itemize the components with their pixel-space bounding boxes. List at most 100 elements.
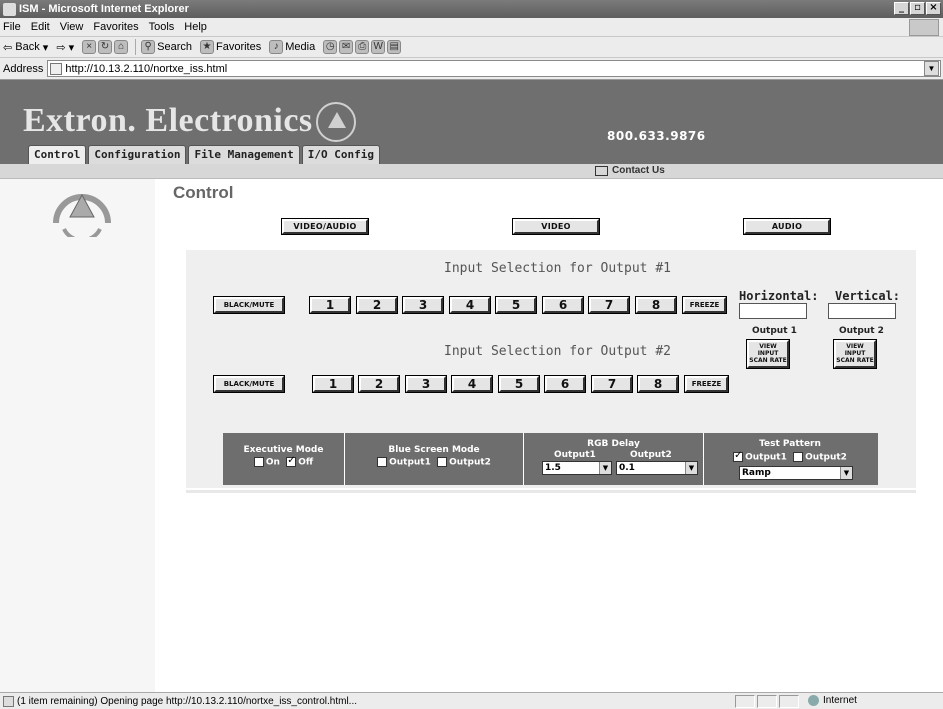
output1-title: Input Selection for Output #1 <box>444 261 671 276</box>
media-icon: ♪ <box>269 40 284 54</box>
minimize-button[interactable]: _ <box>894 2 909 15</box>
audio-button[interactable]: AUDIO <box>744 219 830 234</box>
video-button[interactable]: VIDEO <box>513 219 599 234</box>
test-pattern-output2-checkbox[interactable] <box>793 452 804 462</box>
output1-input-7-button[interactable]: 7 <box>589 297 629 313</box>
test-pattern-title: Test Pattern <box>759 439 821 449</box>
freeze-button-output2[interactable]: FREEZE <box>685 376 728 392</box>
rgb-delay-output2-label: Output2 <box>630 450 672 460</box>
window-title: ISM - Microsoft Internet Explorer <box>19 3 189 15</box>
output2-input-4-button[interactable]: 4 <box>452 376 492 392</box>
contact-us-label: Contact Us <box>612 165 665 176</box>
executive-mode-title: Executive Mode <box>243 445 324 455</box>
back-button[interactable]: ⇦ Back ▾ <box>3 41 48 54</box>
test-pattern-value: Ramp <box>742 468 771 478</box>
rgb-delay-output1-select[interactable]: 1.5 ▼ <box>542 461 612 475</box>
media-label: Media <box>285 41 316 53</box>
search-label: Search <box>157 41 192 53</box>
page-content: Extron. Electronics 800.633.9876 Control… <box>0 80 943 692</box>
test-pattern-output2-label: Output2 <box>805 452 847 463</box>
output1-input-6-button[interactable]: 6 <box>543 297 583 313</box>
output2-input-7-button[interactable]: 7 <box>592 376 632 392</box>
executive-off-label: Off <box>298 457 314 468</box>
stop-icon[interactable]: × <box>82 40 97 54</box>
favorites-button[interactable]: ★ Favorites <box>199 40 261 54</box>
output1-input-5-button[interactable]: 5 <box>496 297 536 313</box>
mail-icon[interactable]: ✉ <box>339 40 354 54</box>
page-title: Control <box>173 183 234 202</box>
output1-input-4-button[interactable]: 4 <box>450 297 490 313</box>
rgb-delay-output2-select[interactable]: 0.1 ▼ <box>616 461 698 475</box>
close-button[interactable]: × <box>926 2 941 15</box>
output2-input-8-button[interactable]: 8 <box>638 376 678 392</box>
freeze-button-output1[interactable]: FREEZE <box>683 297 726 313</box>
blue-screen-output2-label: Output2 <box>449 457 491 468</box>
output2-input-2-button[interactable]: 2 <box>359 376 399 392</box>
menu-view[interactable]: View <box>60 21 84 33</box>
tab-file-management[interactable]: File Management <box>188 145 300 164</box>
discuss-icon[interactable]: ▤ <box>387 40 402 54</box>
service-support-solutions-logo <box>53 193 111 237</box>
output2-label: Output 2 <box>839 326 884 336</box>
globe-icon <box>808 695 819 706</box>
executive-on-checkbox[interactable] <box>253 457 264 467</box>
contact-bar: Contact Us <box>0 164 943 179</box>
tab-io-config[interactable]: I/O Config <box>301 145 381 164</box>
search-icon: ⚲ <box>141 40 156 54</box>
contact-us-link[interactable]: Contact Us <box>595 165 665 176</box>
test-pattern-output1-checkbox[interactable] <box>733 450 744 462</box>
view-scan-rate-output2-button[interactable]: VIEW INPUT SCAN RATE <box>834 340 876 368</box>
rgb-delay-output1-value: 1.5 <box>545 463 561 473</box>
site-banner: Extron. Electronics 800.633.9876 Control… <box>0 80 943 164</box>
horizontal-label: Horizontal: <box>739 289 819 303</box>
horizontal-input[interactable] <box>739 303 807 319</box>
black-mute-button-output2[interactable]: BLACK/MUTE <box>214 376 284 392</box>
edit-icon[interactable]: W <box>371 40 386 54</box>
rgb-delay-cell: RGB Delay Output1 Output2 1.5 ▼ 0.1 ▼ <box>524 433 704 485</box>
vertical-input[interactable] <box>828 303 896 319</box>
output2-input-5-button[interactable]: 5 <box>499 376 539 392</box>
maximize-button[interactable]: ▫ <box>910 2 925 15</box>
menu-help[interactable]: Help <box>184 21 207 33</box>
executive-mode-options: On Off <box>223 455 344 468</box>
output2-input-1-button[interactable]: 1 <box>313 376 353 392</box>
history-icon[interactable]: ◷ <box>323 40 338 54</box>
output2-input-3-button[interactable]: 3 <box>406 376 446 392</box>
video-audio-button[interactable]: VIDEO/AUDIO <box>282 219 368 234</box>
status-pane <box>735 695 755 708</box>
output2-input-6-button[interactable]: 6 <box>545 376 585 392</box>
status-bar: (1 item remaining) Opening page http://1… <box>0 692 943 709</box>
tab-control[interactable]: Control <box>28 145 87 164</box>
output1-input-8-button[interactable]: 8 <box>636 297 676 313</box>
media-button[interactable]: ♪ Media <box>269 40 315 54</box>
menu-tools[interactable]: Tools <box>149 21 175 33</box>
test-pattern-select[interactable]: Ramp ▼ <box>739 466 853 480</box>
windows-logo-icon <box>909 19 939 36</box>
executive-off-checkbox[interactable] <box>286 455 297 467</box>
blue-screen-output2-checkbox[interactable] <box>437 457 448 467</box>
address-label: Address <box>3 62 44 75</box>
address-dropdown-icon[interactable]: ▼ <box>924 61 939 76</box>
forward-button[interactable]: ⇨ ▾ <box>56 41 74 54</box>
menu-file[interactable]: File <box>3 21 21 33</box>
blue-screen-output1-checkbox[interactable] <box>377 457 388 467</box>
menu-edit[interactable]: Edit <box>31 21 50 33</box>
output1-input-1-button[interactable]: 1 <box>310 297 350 313</box>
toolbar: ⇦ Back ▾ ⇨ ▾ × ↻ ⌂ ⚲ Search ★ Favorites ♪ M… <box>0 37 943 58</box>
menu-favorites[interactable]: Favorites <box>93 21 138 33</box>
status-pane <box>779 695 799 708</box>
output1-input-2-button[interactable]: 2 <box>357 297 397 313</box>
home-icon[interactable]: ⌂ <box>114 40 129 54</box>
rgb-delay-output1-label: Output1 <box>554 450 596 460</box>
refresh-icon[interactable]: ↻ <box>98 40 113 54</box>
sidebar <box>0 179 155 692</box>
address-input[interactable]: http://10.13.2.110/nortxe_iss.html <box>47 60 941 77</box>
view-scan-rate-output1-button[interactable]: VIEW INPUT SCAN RATE <box>747 340 789 368</box>
black-mute-button-output1[interactable]: BLACK/MUTE <box>214 297 284 313</box>
print-icon[interactable]: ⎙ <box>355 40 370 54</box>
output1-input-3-button[interactable]: 3 <box>403 297 443 313</box>
status-text: (1 item remaining) Opening page http://1… <box>17 695 358 707</box>
search-button[interactable]: ⚲ Search <box>141 40 192 54</box>
tab-configuration[interactable]: Configuration <box>88 145 187 164</box>
divider <box>186 490 916 493</box>
